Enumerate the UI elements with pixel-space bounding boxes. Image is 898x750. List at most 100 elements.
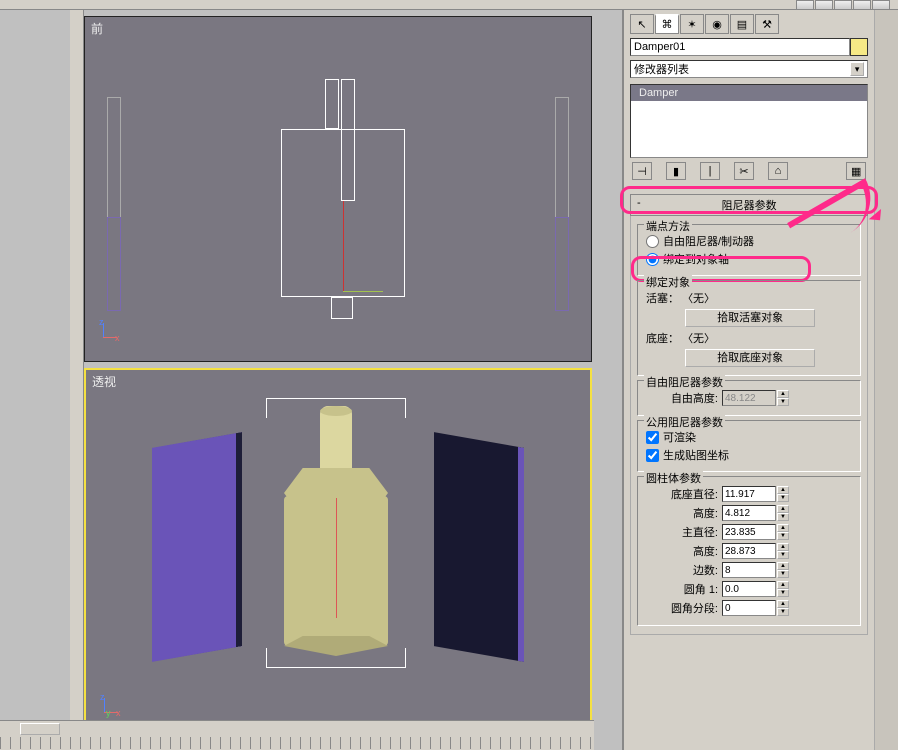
persp-axis-gizmo: z y x (100, 694, 128, 722)
base-label: 底座： (646, 330, 679, 346)
top-tool-2[interactable] (815, 0, 833, 10)
radio-bound-axis-row[interactable]: 绑定到对象轴 (646, 251, 854, 267)
bind-object-group: 绑定对象 活塞： 〈无〉 拾取活塞对象 底座： 〈无〉 拾取底座对象 (637, 280, 861, 376)
configure-button[interactable]: ▦ (846, 162, 866, 180)
rollout-damper-params-header[interactable]: - 阻尼器参数 (630, 194, 868, 216)
object-name-input[interactable] (630, 38, 850, 56)
tab-motion[interactable]: ◉ (705, 14, 729, 34)
fillet1-spinner[interactable]: ▲▼ (777, 581, 789, 597)
wire-right-box-inner (555, 217, 569, 311)
stack-item-damper[interactable]: Damper (631, 85, 867, 101)
persp-slab-right (434, 432, 524, 662)
top-tool-5[interactable] (872, 0, 890, 10)
bind-object-title: 绑定对象 (644, 274, 692, 290)
persp-slab-left (152, 432, 242, 662)
command-panel-tabs: ↖ ⌘ ✶ ◉ ▤ ⚒ (630, 14, 868, 34)
config-icon: ▦ (851, 165, 861, 178)
fillet-seg-spinner[interactable]: ▲▼ (777, 600, 789, 616)
pick-piston-button[interactable]: 拾取活塞对象 (685, 309, 815, 327)
height2-spinner[interactable]: ▲▼ (777, 543, 789, 559)
scissors-icon: ✂ (739, 165, 748, 178)
tab-modify[interactable]: ⌘ (655, 14, 679, 34)
make-unique-button[interactable]: | (700, 162, 720, 180)
main-diameter-spinner[interactable]: ▲▼ (777, 524, 789, 540)
modifier-list-dropdown[interactable]: 修改器列表 ▾ (630, 60, 868, 78)
hammer-icon: ⚒ (762, 18, 772, 31)
persp-axis-z (336, 498, 337, 618)
base-diameter-spinner[interactable]: ▲▼ (777, 486, 789, 502)
pick-base-button[interactable]: 拾取底座对象 (685, 349, 815, 367)
arrow-icon: ↖ (637, 18, 646, 31)
viewport-front[interactable]: 前 z y x (84, 16, 592, 362)
globe-icon: ◉ (712, 18, 722, 31)
selection-bracket-bottom (266, 648, 406, 668)
base-value: 〈无〉 (682, 330, 715, 346)
rollout-damper-params-title: 阻尼器参数 (722, 200, 777, 212)
end-method-title: 端点方法 (644, 218, 692, 234)
cylinder-params-title: 圆柱体参数 (644, 470, 703, 486)
top-tool-1[interactable] (796, 0, 814, 10)
panel-scrollbar[interactable] (874, 10, 898, 750)
tab-hierarchy[interactable]: ✶ (680, 14, 704, 34)
top-tool-4[interactable] (853, 0, 871, 10)
top-tool-3[interactable] (834, 0, 852, 10)
command-panel: ↖ ⌘ ✶ ◉ ▤ ⚒ 修改器列表 ▾ Damper ⊣ ▮ | ✂ ⌂ ▦ (622, 10, 898, 750)
tab-display[interactable]: ▤ (730, 14, 754, 34)
base-diameter-label: 底座直径: (646, 486, 718, 502)
rollout-toggle-icon: - (637, 197, 641, 209)
height2-input[interactable] (722, 543, 776, 559)
remove-mod-button[interactable]: ✂ (734, 162, 754, 180)
object-color-swatch[interactable] (850, 38, 868, 56)
cylinder-params-group: 圆柱体参数 底座直径:▲▼ 高度:▲▼ 主直径:▲▼ 高度:▲▼ 边数:▲▼ 圆… (637, 476, 861, 626)
sides-spinner[interactable]: ▲▼ (777, 562, 789, 578)
tab-utilities[interactable]: ⚒ (755, 14, 779, 34)
timeline[interactable] (0, 720, 594, 750)
common-params-title: 公用阻尼器参数 (644, 414, 725, 430)
sides-input[interactable] (722, 562, 776, 578)
front-axis-gizmo: z y x (99, 319, 127, 347)
height2-label: 高度: (646, 543, 718, 559)
main-toolbar (0, 0, 898, 10)
front-axis-z (343, 201, 344, 291)
free-params-group: 自由阻尼器参数 自由高度: ▲▼ (637, 380, 861, 416)
modifier-list-label: 修改器列表 (634, 61, 689, 77)
fillet1-input[interactable] (722, 581, 776, 597)
radio-bound-axis-label: 绑定到对象轴 (663, 251, 729, 267)
fillet-seg-label: 圆角分段: (646, 600, 718, 616)
main-diameter-label: 主直径: (646, 524, 718, 540)
chevron-down-icon: ▾ (850, 62, 864, 76)
wire-damper-base (331, 297, 353, 319)
end-method-group: 端点方法 自由阻尼器/制动器 绑定到对象轴 (637, 224, 861, 276)
stack-icon: ▮ (673, 165, 679, 178)
main-diameter-input[interactable] (722, 524, 776, 540)
viewport-perspective[interactable]: 透视 z y x (84, 368, 592, 738)
common-params-group: 公用阻尼器参数 可渲染 生成贴图坐标 (637, 420, 861, 472)
height1-input[interactable] (722, 505, 776, 521)
radio-free-damper-row[interactable]: 自由阻尼器/制动器 (646, 233, 854, 249)
gen-mapping-label: 生成贴图坐标 (663, 447, 729, 463)
pin-stack-button[interactable]: ⊣ (632, 162, 652, 180)
fillet-seg-input[interactable] (722, 600, 776, 616)
wire-left-box-inner (107, 217, 121, 311)
radio-free-damper[interactable] (646, 235, 659, 248)
free-height-input (722, 390, 776, 406)
height1-spinner[interactable]: ▲▼ (777, 505, 789, 521)
radio-bound-axis[interactable] (646, 253, 659, 266)
piston-label: 活塞： (646, 290, 679, 306)
renderable-checkbox[interactable] (646, 431, 659, 444)
tab-create[interactable]: ↖ (630, 14, 654, 34)
wire-top-rod1 (325, 79, 339, 129)
gen-mapping-checkbox[interactable] (646, 449, 659, 462)
rollout-damper-params-body: 端点方法 自由阻尼器/制动器 绑定到对象轴 绑定对象 活塞： 〈无〉 拾取活塞对… (630, 216, 868, 635)
time-slider[interactable] (20, 723, 60, 735)
base-diameter-input[interactable] (722, 486, 776, 502)
radio-free-damper-label: 自由阻尼器/制动器 (663, 233, 754, 249)
selection-bracket-top (266, 398, 406, 418)
modifier-stack[interactable]: Damper (630, 84, 868, 158)
free-params-title: 自由阻尼器参数 (644, 374, 725, 390)
compass-icon: ✶ (687, 18, 696, 31)
show-result-button[interactable]: ▮ (666, 162, 686, 180)
link-icon: ⌘ (662, 18, 673, 31)
fillet1-label: 圆角 1: (646, 581, 718, 597)
lock-stack-button[interactable]: ⌂ (768, 162, 788, 180)
